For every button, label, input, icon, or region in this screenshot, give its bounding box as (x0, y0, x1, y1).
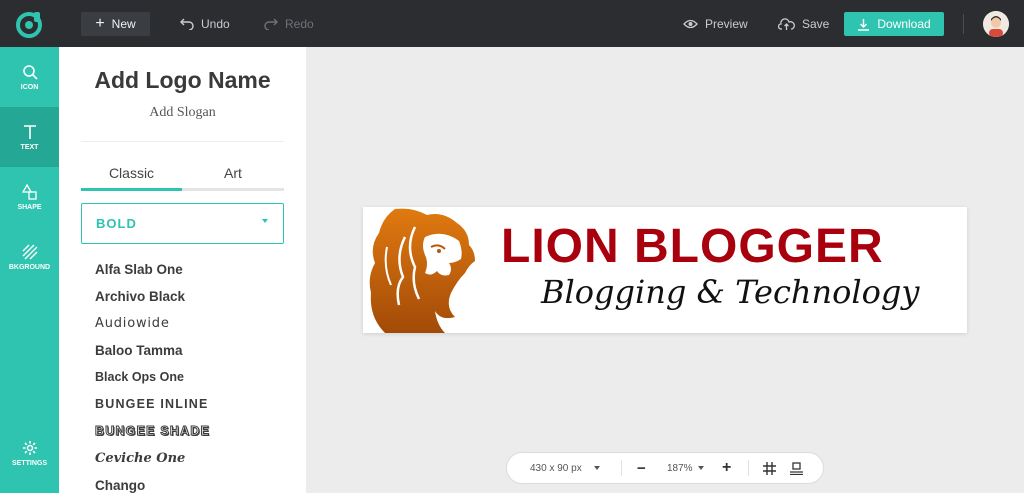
tab-active-indicator (81, 188, 182, 191)
slogan-input[interactable]: Add Slogan (59, 105, 306, 121)
lion-head-icon[interactable] (365, 207, 491, 333)
save-button-label: Save (802, 17, 830, 31)
download-button-label: Download (877, 17, 931, 31)
undo-button[interactable]: Undo (180, 12, 230, 36)
design-canvas[interactable]: LION BLOGGER Blogging & Technology 430 x… (306, 47, 1024, 493)
redo-button[interactable]: Redo (264, 12, 314, 36)
rail-item-label: SETTINGS (11, 459, 47, 467)
new-button-label: New (111, 17, 136, 31)
rail-item-text[interactable]: TEXT (0, 107, 59, 167)
chevron-down-icon (262, 219, 268, 223)
download-icon (858, 18, 870, 31)
font-item[interactable]: BUNGEE INLINE (95, 391, 285, 418)
rail-item-label: ICON (20, 83, 39, 91)
redo-icon (264, 18, 278, 30)
download-button[interactable]: Download (844, 12, 944, 36)
avatar-icon (983, 11, 1009, 37)
zoom-bar-divider (748, 460, 749, 476)
chevron-down-icon (697, 466, 704, 470)
save-button[interactable]: Save (778, 12, 829, 36)
font-item[interactable]: Audiowide (95, 310, 285, 337)
panel-divider (81, 141, 284, 142)
font-item[interactable]: Archivo Black (95, 283, 285, 310)
plus-icon: + (95, 15, 105, 32)
logo-artboard[interactable]: LION BLOGGER Blogging & Technology (363, 207, 967, 333)
align-bottom-icon (790, 461, 803, 475)
font-item[interactable]: Chango (95, 472, 285, 493)
zoom-out-button[interactable]: − (637, 453, 646, 483)
shapes-icon (21, 183, 37, 200)
undo-icon (180, 18, 194, 30)
gear-icon (22, 440, 37, 455)
zoom-level-value: 187% (667, 462, 693, 474)
zoom-level-select[interactable]: 187% (667, 453, 704, 483)
rail-item-label: TEXT (20, 143, 39, 151)
font-item[interactable]: BUNGEE SHADE (95, 418, 285, 445)
text-panel: Add Logo Name Add Slogan Classic Art BOL… (59, 47, 306, 493)
cloud-upload-icon (778, 17, 795, 30)
left-nav-rail: ICON TEXT SHAPE BKGROUND SETTINGS (0, 47, 59, 493)
grid-toggle-button[interactable] (763, 453, 776, 483)
app-logo-icon[interactable] (14, 9, 44, 39)
rail-item-label: BKGROUND (8, 263, 51, 271)
zoom-bar-divider (621, 460, 622, 476)
zoom-in-button[interactable]: + (722, 453, 731, 483)
rail-item-shape[interactable]: SHAPE (0, 167, 59, 227)
top-toolbar: + New Undo Redo Preview Save Download (0, 0, 1024, 47)
font-category-select[interactable]: BOLD (81, 203, 284, 244)
rail-item-settings[interactable]: SETTINGS (0, 423, 59, 483)
toolbar-divider (963, 14, 964, 34)
grid-icon (763, 461, 776, 475)
tagline-text[interactable]: Blogging & Technology (541, 273, 919, 311)
preview-button-label: Preview (705, 17, 748, 31)
text-icon (23, 124, 36, 139)
user-avatar[interactable] (983, 11, 1009, 37)
rail-item-label: SHAPE (17, 203, 42, 211)
font-item[interactable]: Baloo Tamma (95, 337, 285, 364)
canvas-size-select[interactable]: 430 x 90 px (530, 453, 600, 483)
brand-text[interactable]: LION BLOGGER (501, 219, 884, 274)
tab-classic[interactable]: Classic (81, 165, 182, 181)
zoom-bar: 430 x 90 px − 187% + (506, 452, 824, 484)
new-button[interactable]: + New (81, 12, 150, 36)
font-list: Alfa Slab One Archivo Black Audiowide Ba… (95, 256, 285, 493)
undo-button-label: Undo (201, 17, 230, 31)
font-item[interactable]: Alfa Slab One (95, 256, 285, 283)
font-item[interactable]: Black Ops One (95, 364, 285, 391)
search-icon (22, 64, 38, 80)
eye-icon (683, 19, 698, 29)
preview-button[interactable]: Preview (683, 12, 748, 36)
rail-item-background[interactable]: BKGROUND (0, 227, 59, 287)
rail-item-icon[interactable]: ICON (0, 47, 59, 107)
chevron-down-icon (593, 466, 600, 470)
align-button[interactable] (790, 453, 803, 483)
logo-name-input[interactable]: Add Logo Name (59, 67, 306, 94)
tab-art[interactable]: Art (182, 165, 284, 181)
font-item[interactable]: Ceviche One (95, 445, 285, 472)
background-icon (22, 244, 37, 259)
font-category-value: BOLD (96, 216, 137, 231)
redo-button-label: Redo (285, 17, 314, 31)
canvas-size-value: 430 x 90 px (530, 462, 582, 474)
